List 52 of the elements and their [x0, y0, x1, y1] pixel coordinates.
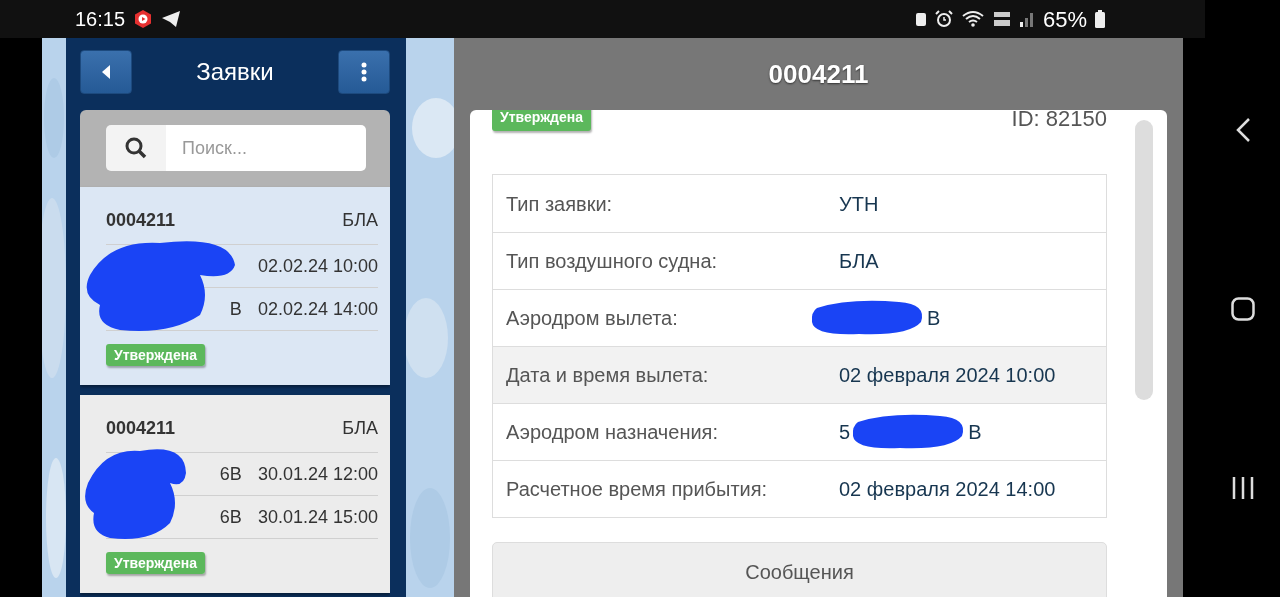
alarm-icon	[934, 10, 953, 28]
back-icon[interactable]	[1234, 117, 1251, 144]
back-button[interactable]	[80, 50, 132, 94]
status-badge: Утверждена	[106, 344, 205, 366]
flight-time: 30.01.24 12:00	[257, 462, 378, 486]
panel-title: Заявки	[196, 57, 274, 87]
flight-time: 02.02.24 14:00	[257, 297, 378, 321]
request-id: ID: 82150	[1011, 110, 1107, 133]
aircraft-type: БЛА	[342, 209, 378, 232]
field-label: Дата и время вылета:	[505, 363, 710, 388]
field-value: 5	[839, 420, 851, 445]
airport-code: 6В	[219, 462, 242, 486]
clock: 16:15	[75, 7, 126, 32]
field-value: В	[968, 420, 982, 445]
flight-time: 02.02.24 10:00	[257, 254, 378, 278]
request-list-item[interactable]: 0004211 БЛА 02.02.24 10:00 В 02.02.24 14:00 Утверждена	[80, 187, 390, 385]
paper-plane-icon	[161, 10, 182, 28]
battery-icon	[1095, 10, 1105, 28]
field-value: 02 февраля 2024 10:00	[839, 363, 1056, 388]
flight-time: 30.01.24 15:00	[257, 505, 378, 529]
field-value: В	[927, 306, 941, 331]
field-label: Аэродром вылета:	[505, 306, 679, 331]
field-label: Аэродром назначения:	[505, 420, 719, 445]
home-icon[interactable]	[1230, 297, 1255, 322]
video-icon	[133, 9, 154, 29]
request-number: 0004211	[106, 209, 176, 232]
search-icon	[125, 137, 147, 159]
field-label: Тип заявки:	[505, 191, 614, 217]
wifi-icon	[960, 10, 985, 28]
status-badge: Утверждена	[106, 552, 205, 574]
airport-code: 6В	[219, 505, 242, 529]
search-button[interactable]	[106, 125, 166, 171]
field-value: 02 февраля 2024 14:00	[839, 477, 1056, 502]
messages-button[interactable]: Сообщения	[492, 542, 1107, 597]
status-badge: Утверждена	[492, 110, 591, 131]
recent-apps-icon[interactable]	[1230, 475, 1255, 500]
field-value: УТН	[839, 191, 879, 217]
detail-title: 0004211	[768, 57, 869, 91]
back-icon	[100, 64, 112, 80]
field-value: БЛА	[839, 249, 879, 274]
signal-icon	[1018, 11, 1035, 27]
aircraft-type: БЛА	[342, 417, 378, 440]
request-list-item[interactable]: 0004211 БЛА 6В 30.01.24 12:00 6В 30.01.24 15:00 Утверждена	[80, 395, 390, 593]
menu-button[interactable]	[338, 50, 390, 94]
field-label: Тип воздушного судна:	[505, 249, 719, 274]
battery-percent: 65%	[1042, 5, 1087, 34]
search-field[interactable]: Поиск...	[166, 125, 366, 171]
scrollbar[interactable]	[1135, 120, 1153, 400]
field-label: Расчетное время прибытия:	[505, 477, 769, 502]
request-number: 0004211	[106, 417, 176, 440]
menu-icon	[361, 62, 367, 82]
airport-code: В	[229, 297, 242, 321]
